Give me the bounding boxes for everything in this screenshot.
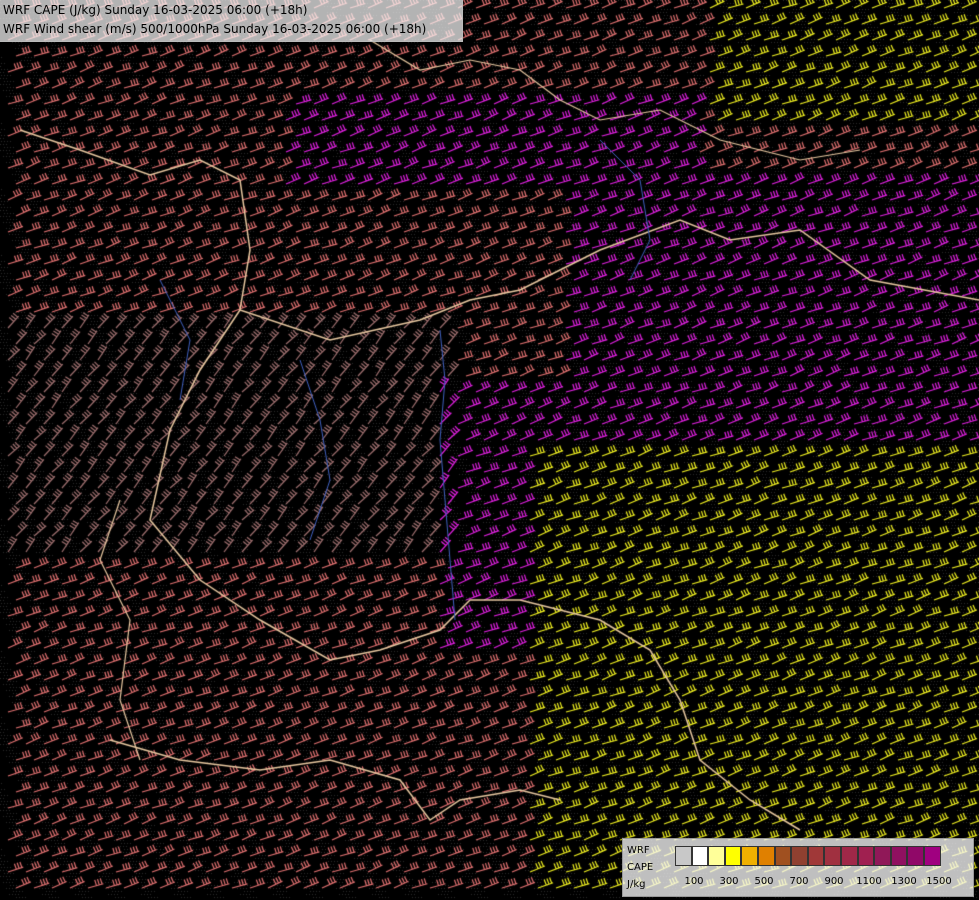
legend-color-scale xyxy=(675,846,941,866)
legend-ticks: 100 300 500 700 900 1100 1300 1500 xyxy=(675,876,965,888)
legend-unit-label: J/kg xyxy=(627,879,646,890)
legend-tick-label: 1500 xyxy=(926,876,952,887)
legend-swatch xyxy=(857,846,875,866)
map-title-panel: WRF CAPE (J/kg) Sunday 16-03-2025 06:00 … xyxy=(0,0,463,42)
legend-swatch xyxy=(741,846,758,866)
legend-field-label: CAPE xyxy=(627,862,654,873)
legend-swatch xyxy=(807,846,825,866)
weather-map-canvas[interactable] xyxy=(0,0,979,900)
legend-swatch xyxy=(824,846,841,866)
legend-tick-label: 1100 xyxy=(856,876,882,887)
legend-swatch xyxy=(691,846,709,866)
legend-swatch xyxy=(724,846,742,866)
legend-tick-label: 1300 xyxy=(891,876,917,887)
legend-swatch xyxy=(675,846,692,866)
legend-tick-label: 500 xyxy=(754,876,774,887)
legend-swatch xyxy=(791,846,808,866)
wind-shear-title: WRF Wind shear (m/s) 500/1000hPa Sunday … xyxy=(3,22,427,36)
cape-title: WRF CAPE (J/kg) Sunday 16-03-2025 06:00 … xyxy=(3,3,308,17)
legend-swatch xyxy=(890,846,908,866)
legend-swatch xyxy=(840,846,858,866)
legend-tick-label: 700 xyxy=(789,876,809,887)
legend-model-label: WRF xyxy=(627,845,650,856)
legend-swatch xyxy=(774,846,792,866)
legend-swatch xyxy=(907,846,924,866)
legend-tick-label: 100 xyxy=(684,876,704,887)
legend-tick-label: 900 xyxy=(824,876,844,887)
legend-swatch xyxy=(757,846,775,866)
cape-legend: WRF CAPE J/kg 100 300 500 700 900 1100 1300 150… xyxy=(622,838,974,897)
legend-tick-label: 300 xyxy=(719,876,739,887)
legend-swatch xyxy=(874,846,891,866)
legend-swatch xyxy=(923,846,941,866)
legend-swatch xyxy=(708,846,725,866)
